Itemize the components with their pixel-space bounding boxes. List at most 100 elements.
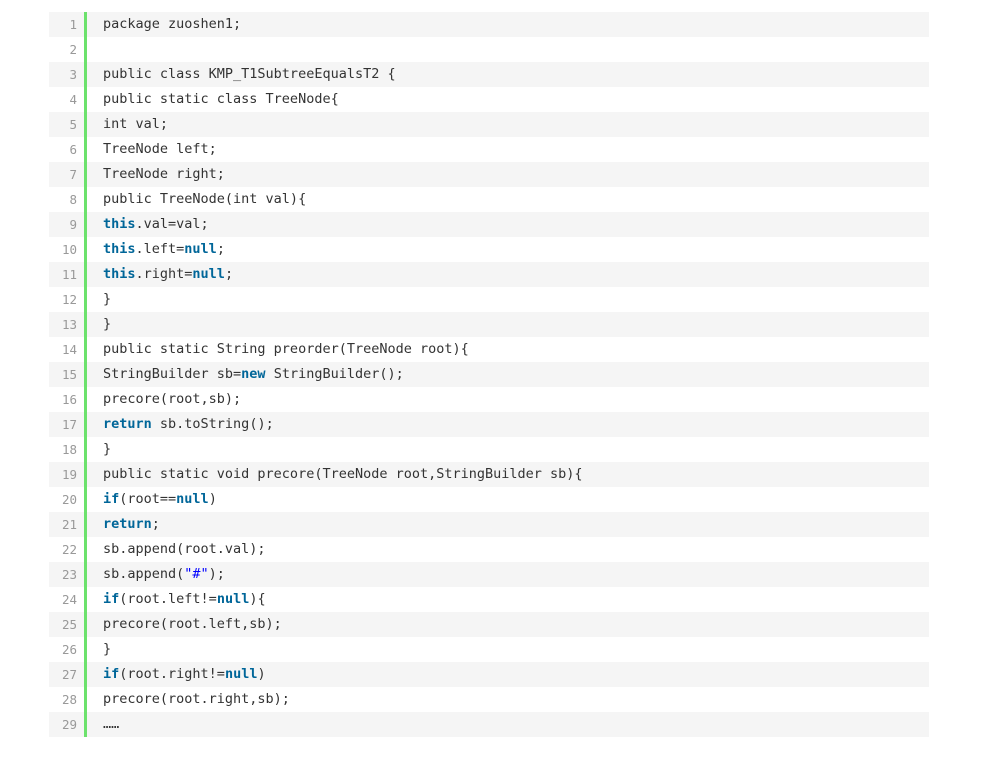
code-token: public static void precore(TreeNode root… (103, 466, 583, 482)
code-token: (root.left!= (119, 591, 217, 607)
code-line: 7 TreeNode right; (49, 162, 929, 187)
keyword-token: if (103, 591, 120, 607)
line-number: 16 (49, 387, 87, 412)
line-content: precore(root.left,sb); (87, 612, 929, 637)
line-content: …… (87, 712, 929, 737)
line-number: 12 (49, 287, 87, 312)
code-line: 3 public class KMP_T1SubtreeEqualsT2 { (49, 62, 929, 87)
line-number: 8 (49, 187, 87, 212)
code-line: 4 public static class TreeNode{ (49, 87, 929, 112)
line-number: 21 (49, 512, 87, 537)
line-content: public TreeNode(int val){ (87, 187, 929, 212)
line-content: } (87, 437, 929, 462)
keyword-token: null (184, 241, 217, 257)
keyword-token: if (103, 491, 120, 507)
code-token: sb.append(root.val); (103, 541, 266, 557)
line-content: } (87, 287, 929, 312)
code-token: (root.right!= (119, 666, 225, 682)
code-token: public class KMP_T1SubtreeEqualsT2 { (103, 66, 396, 82)
line-content: precore(root,sb); (87, 387, 929, 412)
code-line: 24 if(root.left!=null){ (49, 587, 929, 612)
code-line: 28 precore(root.right,sb); (49, 687, 929, 712)
line-number: 1 (49, 12, 87, 37)
line-number: 15 (49, 362, 87, 387)
code-line: 8 public TreeNode(int val){ (49, 187, 929, 212)
line-number: 14 (49, 337, 87, 362)
line-content: if(root.left!=null){ (87, 587, 929, 612)
code-line: 17 return sb.toString(); (49, 412, 929, 437)
line-content: precore(root.right,sb); (87, 687, 929, 712)
line-number: 7 (49, 162, 87, 187)
code-line: 2 (49, 37, 929, 62)
line-number: 18 (49, 437, 87, 462)
line-number: 17 (49, 412, 87, 437)
code-line: 19 public static void precore(TreeNode ro… (49, 462, 929, 487)
line-number: 23 (49, 562, 87, 587)
line-content: int val; (87, 112, 929, 137)
line-number: 28 (49, 687, 87, 712)
code-token: StringBuilder(); (265, 366, 404, 382)
code-line: 11 this.right=null; (49, 262, 929, 287)
code-token: precore(root,sb); (103, 391, 242, 407)
keyword-token: return (103, 416, 152, 432)
code-line: 13} (49, 312, 929, 337)
code-token: package zuoshen1; (103, 16, 242, 32)
line-content: package zuoshen1; (87, 12, 929, 37)
code-token: .right= (135, 266, 193, 282)
code-token: sb.append( (103, 566, 185, 582)
line-content: if(root.right!=null) (87, 662, 929, 687)
keyword-token: null (176, 491, 209, 507)
code-token: ); (208, 566, 225, 582)
line-content: } (87, 312, 929, 337)
code-line: 15 StringBuilder sb=new StringBuilder(); (49, 362, 929, 387)
line-content: public class KMP_T1SubtreeEqualsT2 { (87, 62, 929, 87)
code-line: 23 sb.append("#"); (49, 562, 929, 587)
line-content: TreeNode right; (87, 162, 929, 187)
line-content: TreeNode left; (87, 137, 929, 162)
code-line: 18} (49, 437, 929, 462)
code-line: 20 if(root==null) (49, 487, 929, 512)
code-line: 1 package zuoshen1; (49, 12, 929, 37)
code-token: .left= (135, 241, 185, 257)
line-number: 27 (49, 662, 87, 687)
code-token: ) (257, 666, 266, 682)
code-line: 16 precore(root,sb); (49, 387, 929, 412)
keyword-token: if (103, 666, 120, 682)
code-token: ; (216, 241, 225, 257)
line-content: sb.append(root.val); (87, 537, 929, 562)
keyword-token: this (103, 266, 136, 282)
line-content: sb.append("#"); (87, 562, 929, 587)
line-content: return sb.toString(); (87, 412, 929, 437)
code-line: 26} (49, 637, 929, 662)
line-number: 5 (49, 112, 87, 137)
line-number: 13 (49, 312, 87, 337)
code-token: public TreeNode(int val){ (103, 191, 307, 207)
line-number: 2 (49, 37, 87, 62)
code-token: public static class TreeNode{ (103, 91, 339, 107)
line-content: public static String preorder(TreeNode r… (87, 337, 929, 362)
code-line: 21 return; (49, 512, 929, 537)
code-line: 25 precore(root.left,sb); (49, 612, 929, 637)
code-line: 22 sb.append(root.val); (49, 537, 929, 562)
code-line: 27 if(root.right!=null) (49, 662, 929, 687)
line-content: return; (87, 512, 929, 537)
code-token: …… (103, 716, 120, 732)
code-token: sb.toString(); (151, 416, 274, 432)
keyword-token: return (103, 516, 152, 532)
line-content: this.val=val; (87, 212, 929, 237)
code-token: StringBuilder sb= (103, 366, 242, 382)
keyword-token: null (216, 591, 250, 607)
code-token: } (103, 291, 112, 307)
line-number: 24 (49, 587, 87, 612)
line-content: this.left=null; (87, 237, 929, 262)
code-token: .val=val; (135, 216, 209, 232)
string-token: "#" (184, 566, 209, 582)
code-token: precore(root.right,sb); (103, 691, 290, 707)
keyword-token: new (241, 366, 266, 382)
code-token: ){ (249, 591, 266, 607)
code-token: TreeNode left; (103, 141, 217, 157)
code-token: int val; (103, 116, 169, 132)
code-token: precore(root.left,sb); (103, 616, 282, 632)
line-content: StringBuilder sb=new StringBuilder(); (87, 362, 929, 387)
line-number: 19 (49, 462, 87, 487)
